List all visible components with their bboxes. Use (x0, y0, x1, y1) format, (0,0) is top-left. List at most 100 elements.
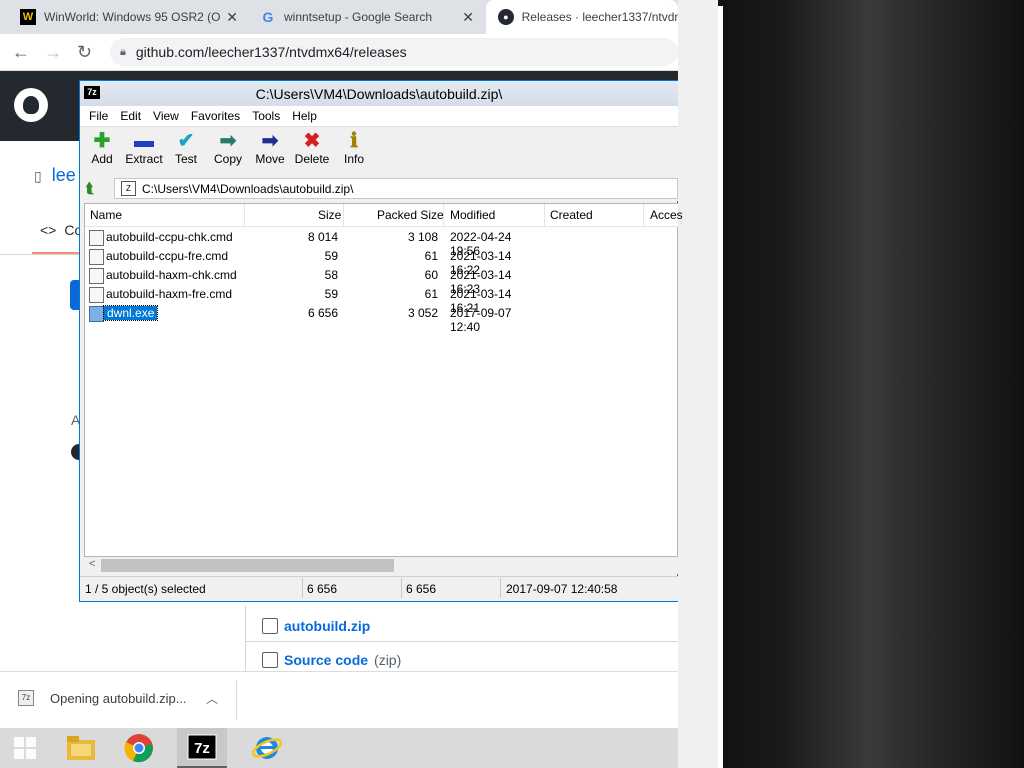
extract-button[interactable]: ▬ Extract (123, 130, 165, 166)
file-row[interactable]: autobuild-haxm-chk.cmd 58 60 2021-03-14 … (85, 266, 678, 296)
menu-help[interactable]: Help (286, 109, 323, 123)
exe-file-icon (89, 306, 104, 322)
file-modified: 2017-09-07 12:40 (450, 306, 512, 334)
info-button[interactable]: ℹ Info (333, 130, 375, 166)
path-field[interactable]: Z C:\Users\VM4\Downloads\autobuild.zip\ (114, 178, 678, 199)
cmd-file-icon (89, 268, 104, 284)
scrollbar-thumb[interactable] (101, 559, 394, 572)
horizontal-scrollbar[interactable]: < (85, 557, 678, 574)
menu-favorites[interactable]: Favorites (185, 109, 246, 123)
download-label: Opening autobuild.zip... (50, 690, 187, 706)
column-packed-size[interactable]: Packed Size (377, 208, 444, 222)
download-item[interactable]: 7z Opening autobuild.zip... (18, 690, 187, 706)
test-label: Test (174, 152, 197, 166)
file-size: 8 014 (307, 230, 338, 244)
file-size: 59 (324, 287, 338, 301)
start-button[interactable] (0, 728, 50, 768)
menu-view[interactable]: View (147, 109, 185, 123)
file-packed-size: 60 (424, 268, 438, 282)
window-edge-inner (718, 6, 723, 768)
github-logo-icon[interactable] (14, 88, 48, 122)
window-title: C:\Users\VM4\Downloads\autobuild.zip\ (255, 86, 503, 102)
tab-strip: W WinWorld: Windows 95 OSR2 (O ✕ G winnt… (0, 0, 678, 34)
file-name: autobuild-haxm-fre.cmd (106, 287, 233, 301)
code-tab[interactable]: <> Co (40, 222, 82, 238)
menu-edit[interactable]: Edit (114, 109, 147, 123)
copy-button[interactable]: ➡ Copy (207, 130, 249, 166)
back-icon[interactable]: ← (12, 42, 30, 63)
status-selection: 1 / 5 object(s) selected (85, 582, 206, 596)
tab-github-releases[interactable]: ● Releases · leecher1337/ntvdm (486, 0, 678, 34)
repo-name[interactable]: ▯ lee (34, 165, 76, 186)
file-row-selected[interactable]: dwnl.exe 6 656 3 052 2017-09-07 12:40 (85, 304, 678, 334)
move-label: Move (255, 152, 285, 166)
lock-icon: 🔒︎ (120, 45, 126, 58)
address-bar[interactable]: 🔒︎ github.com/leecher1337/ntvdmx64/relea… (110, 38, 678, 66)
tab-google-search[interactable]: G winntsetup - Google Search ✕ (240, 0, 484, 34)
column-accessed[interactable]: Acces (650, 208, 683, 222)
reload-icon[interactable]: ↻ (77, 42, 92, 63)
asset-autobuild-zip[interactable]: autobuild.zip (262, 618, 370, 634)
taskbar-internet-explorer[interactable] (242, 728, 292, 768)
taskbar-chrome[interactable] (114, 728, 164, 768)
column-separator[interactable] (544, 204, 545, 226)
file-row[interactable]: autobuild-ccpu-fre.cmd 59 61 2021-03-14 … (85, 247, 678, 277)
column-size[interactable]: Size (318, 208, 341, 222)
tab-label: WinWorld: Windows 95 OSR2 (O (44, 10, 220, 24)
file-row[interactable]: autobuild-haxm-fre.cmd 59 61 2021-03-14 … (85, 285, 678, 315)
archive-icon: Z (121, 181, 136, 196)
status-modified: 2017-09-07 12:40:58 (506, 582, 618, 596)
archive-file-icon: 7z (18, 690, 34, 706)
file-packed-size: 3 108 (407, 230, 438, 244)
file-size: 58 (324, 268, 338, 282)
github-icon: ● (498, 9, 514, 25)
chevron-up-icon[interactable]: ︿ (206, 690, 218, 707)
copy-label: Copy (213, 152, 242, 166)
url-text: github.com/leecher1337/ntvdmx64/releases (135, 44, 407, 60)
menu-file[interactable]: File (80, 109, 114, 123)
column-separator[interactable] (443, 204, 444, 226)
cmd-file-icon (89, 230, 104, 246)
file-size: 59 (324, 249, 338, 263)
7zip-icon: 7z (187, 734, 217, 760)
move-button[interactable]: ➡ Move (249, 130, 291, 166)
column-separator[interactable] (244, 204, 245, 226)
extract-label: Extract (125, 152, 163, 166)
asset-label: autobuild.zip (284, 618, 371, 634)
winworld-icon: W (20, 9, 36, 25)
close-tab-icon[interactable]: ✕ (462, 9, 474, 26)
asset-source-code[interactable]: Source code (zip) (262, 652, 401, 668)
taskbar-file-explorer[interactable] (56, 728, 106, 768)
code-icon: <> (40, 222, 57, 238)
column-modified[interactable]: Modified (450, 208, 495, 222)
asset-sub-label: (zip) (374, 652, 402, 668)
column-created[interactable]: Created (550, 208, 593, 222)
file-row[interactable]: autobuild-ccpu-chk.cmd 8 014 3 108 2022-… (85, 228, 678, 258)
repo-name-label: lee (51, 165, 76, 185)
menu-tools[interactable]: Tools (246, 109, 286, 123)
file-name: autobuild-ccpu-chk.cmd (106, 230, 233, 244)
info-label: Info (343, 152, 364, 166)
chrome-icon (124, 734, 153, 763)
test-button[interactable]: ✔ Test (165, 130, 207, 166)
status-size: 6 656 (307, 582, 338, 596)
add-label: Add (91, 152, 113, 166)
column-name[interactable]: Name (90, 208, 122, 222)
svg-text:7z: 7z (194, 740, 210, 757)
7zip-titlebar[interactable]: 7z C:\Users\VM4\Downloads\autobuild.zip\ (80, 81, 678, 106)
folder-up-icon[interactable]: ⮬ (86, 180, 104, 198)
taskbar-7zip[interactable]: 7z (177, 728, 227, 768)
scroll-left-icon[interactable]: < (89, 558, 95, 570)
add-button[interactable]: ✚ Add (81, 130, 123, 166)
delete-button[interactable]: ✖ Delete (291, 130, 333, 166)
column-separator[interactable] (343, 204, 344, 226)
column-separator[interactable] (643, 204, 644, 226)
divider (245, 641, 678, 642)
close-tab-icon[interactable]: ✕ (226, 9, 238, 26)
desktop-background (678, 0, 1024, 768)
status-separator (500, 578, 501, 598)
forward-icon[interactable]: → (44, 42, 62, 63)
tab-winworld[interactable]: W WinWorld: Windows 95 OSR2 (O ✕ (0, 0, 248, 34)
status-separator (302, 578, 303, 598)
status-separator (401, 578, 402, 598)
